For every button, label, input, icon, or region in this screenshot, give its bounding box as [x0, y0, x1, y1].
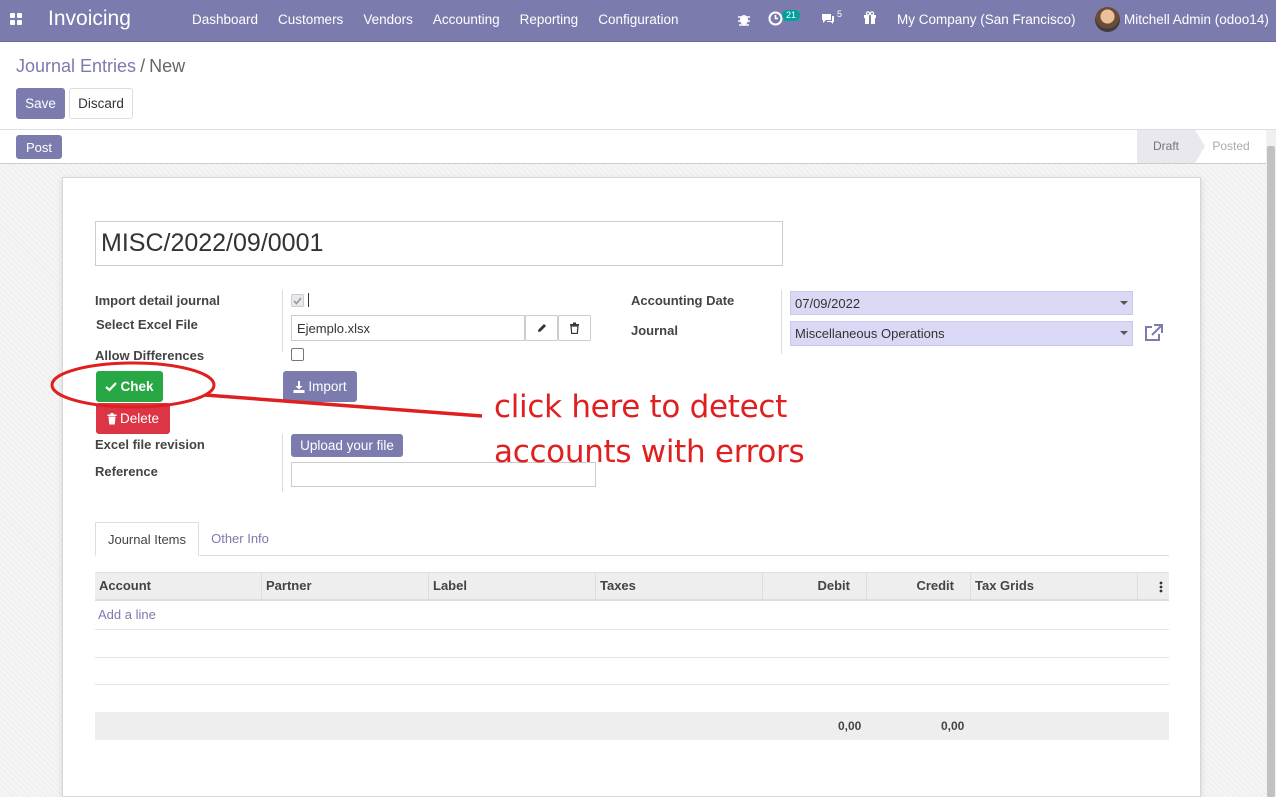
check-icon [293, 297, 302, 305]
trash-icon [570, 322, 579, 334]
column-tax-grids[interactable]: Tax Grids [971, 573, 1138, 600]
chek-button-label: Chek [120, 379, 154, 394]
external-link-icon[interactable] [1144, 324, 1163, 342]
delete-button[interactable]: Delete [96, 403, 170, 434]
breadcrumb-parent[interactable]: Journal Entries [16, 56, 136, 76]
tabs-divider [95, 555, 1169, 556]
total-credit: 0,00 [941, 719, 965, 733]
text-cursor [308, 293, 309, 307]
status-draft[interactable]: Draft [1137, 130, 1205, 163]
main-menu: Dashboard Customers Vendors Accounting R… [182, 0, 689, 42]
activity-clock-icon[interactable] [768, 11, 783, 26]
menu-reporting[interactable]: Reporting [510, 0, 589, 42]
table-row-divider [95, 629, 1169, 630]
post-button[interactable]: Post [16, 135, 62, 159]
scrollbar-thumb[interactable] [1267, 146, 1275, 797]
reference-label: Reference [95, 464, 158, 479]
allow-differences-label: Allow Differences [95, 348, 205, 363]
import-detail-label: Import detail journal [95, 293, 220, 308]
allow-differences-checkbox[interactable] [291, 348, 304, 361]
gift-icon[interactable] [863, 11, 877, 25]
column-options-icon[interactable] [1159, 581, 1163, 593]
menu-customers[interactable]: Customers [268, 0, 353, 42]
table-row-divider [95, 684, 1169, 685]
import-detail-checkbox[interactable] [291, 294, 304, 307]
entry-name-field[interactable]: MISC/2022/09/0001 [95, 221, 783, 266]
import-button[interactable]: Import [283, 371, 357, 402]
column-debit[interactable]: Debit [763, 573, 867, 600]
accounting-date-value: 07/09/2022 [795, 295, 861, 311]
download-icon [293, 380, 305, 393]
edit-file-button[interactable] [525, 315, 558, 341]
top-navbar: Invoicing Dashboard Customers Vendors Ac… [0, 0, 1276, 42]
label-separator [282, 290, 283, 352]
column-account[interactable]: Account [95, 573, 262, 600]
tab-journal-items[interactable]: Journal Items [95, 522, 199, 556]
chek-button[interactable]: Chek [96, 371, 163, 402]
activity-count-badge: 21 [782, 10, 801, 21]
column-credit[interactable]: Credit [867, 573, 971, 600]
annotation-line-1: click here to detect [494, 389, 787, 425]
save-button[interactable]: Save [16, 88, 65, 119]
delete-button-label: Delete [119, 411, 160, 426]
total-debit: 0,00 [838, 719, 862, 733]
table-row-divider [95, 657, 1169, 658]
menu-configuration[interactable]: Configuration [588, 0, 688, 42]
journal-items-footer [95, 712, 1169, 740]
form-sheet [62, 177, 1201, 797]
breadcrumb-current: New [149, 56, 186, 76]
add-line-link[interactable]: Add a line [98, 607, 156, 622]
column-taxes[interactable]: Taxes [596, 573, 763, 600]
upload-file-button[interactable]: Upload your file [291, 434, 403, 457]
clear-file-button[interactable] [558, 315, 591, 341]
status-posted[interactable]: Posted [1206, 130, 1256, 163]
menu-vendors[interactable]: Vendors [353, 0, 423, 42]
apps-menu-icon[interactable] [10, 13, 22, 25]
breadcrumb: Journal Entries / New [16, 56, 185, 77]
label-separator [282, 434, 283, 492]
breadcrumb-separator: / [140, 56, 146, 76]
check-icon [105, 382, 118, 392]
menu-dashboard[interactable]: Dashboard [182, 0, 268, 42]
annotation-text: click here to detect accounts with error… [494, 385, 805, 475]
app-name: Invoicing [48, 7, 131, 30]
column-label[interactable]: Label [429, 573, 596, 600]
accounting-date-field[interactable]: 07/09/2022 [790, 291, 1133, 315]
column-partner[interactable]: Partner [262, 573, 429, 600]
trash-icon [107, 412, 117, 424]
messages-count-badge: 5 [837, 9, 843, 19]
journal-items-header: Account Partner Label Taxes Debit Credit… [95, 572, 1169, 601]
status-bar: Post Draft Posted [0, 130, 1276, 164]
journal-value: Miscellaneous Operations [795, 326, 945, 341]
excel-file-field[interactable]: Ejemplo.xlsx [291, 315, 525, 341]
accounting-date-label: Accounting Date [631, 293, 735, 308]
bug-icon[interactable] [737, 12, 751, 26]
company-switcher[interactable]: My Company (San Francisco) [897, 0, 1076, 42]
journal-field[interactable]: Miscellaneous Operations [790, 321, 1133, 346]
annotation-line-2: accounts with errors [494, 434, 805, 470]
pencil-icon [537, 324, 546, 332]
chevron-down-icon [1120, 301, 1128, 305]
tab-other-info[interactable]: Other Info [199, 522, 281, 555]
menu-accounting[interactable]: Accounting [423, 0, 510, 42]
label-separator [781, 290, 782, 354]
import-button-label: Import [308, 379, 347, 394]
chevron-down-icon [1120, 331, 1128, 335]
select-file-label: Select Excel File [96, 317, 198, 332]
excel-revision-label: Excel file revision [95, 437, 205, 452]
user-avatar[interactable] [1095, 7, 1120, 32]
discard-button[interactable]: Discard [69, 88, 133, 119]
journal-label: Journal [631, 323, 678, 338]
user-menu[interactable]: Mitchell Admin (odoo14) [1124, 0, 1269, 42]
